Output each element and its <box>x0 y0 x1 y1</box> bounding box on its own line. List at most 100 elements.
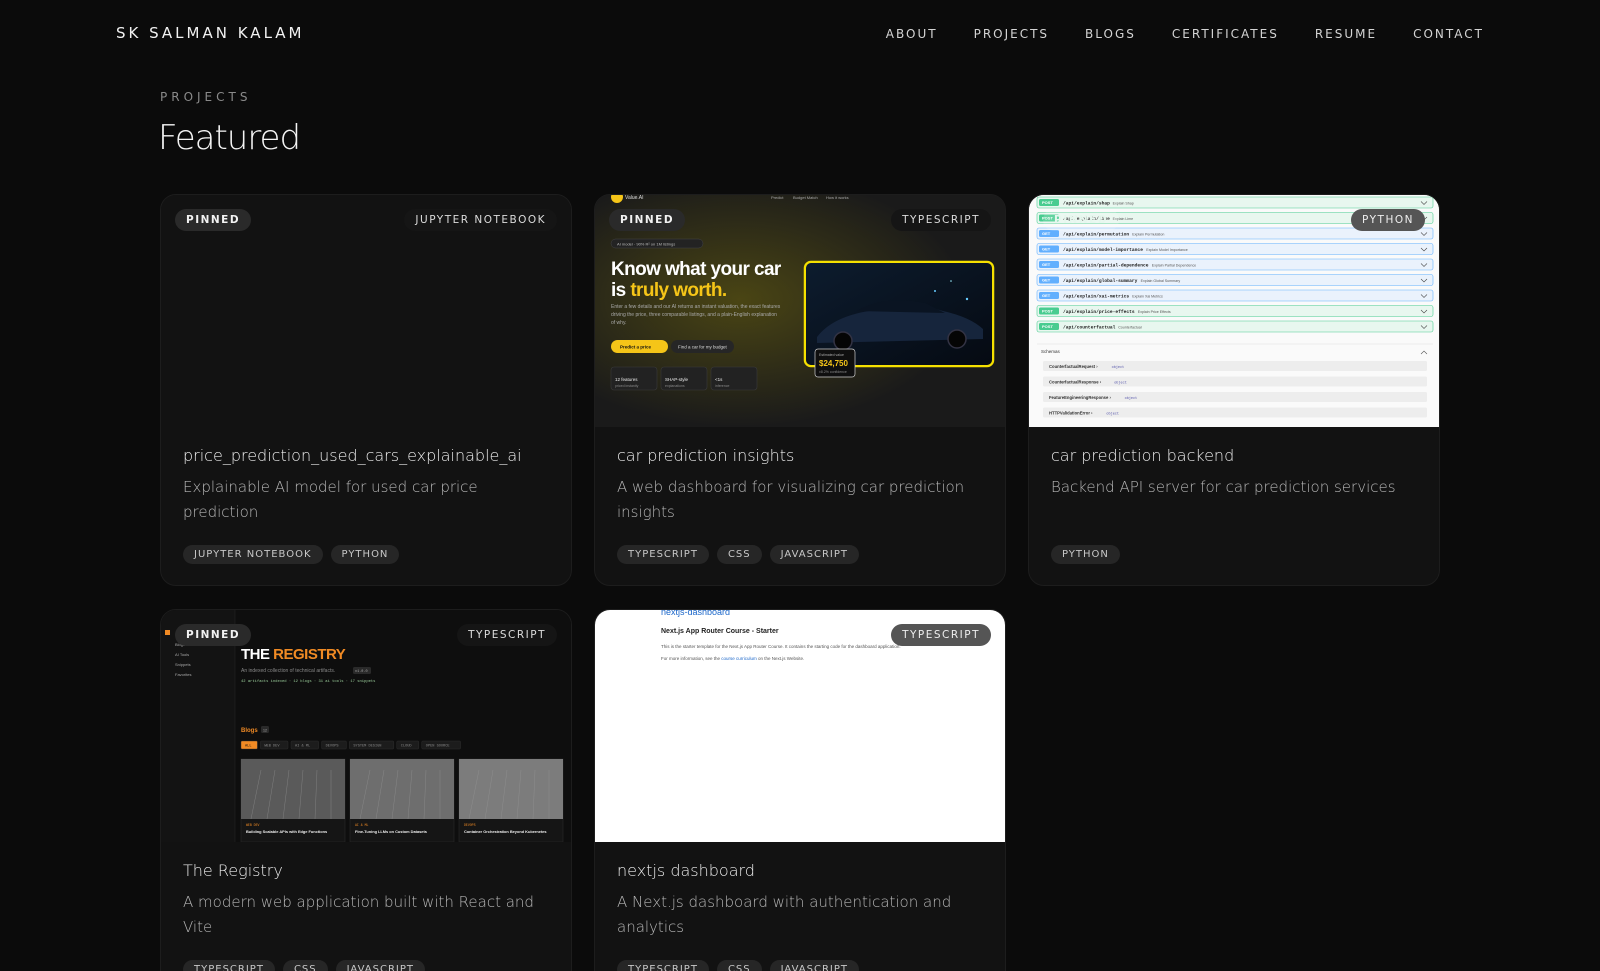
svg-text:explanations: explanations <box>665 384 685 388</box>
project-description: A modern web application built with Reac… <box>183 893 534 936</box>
svg-text:Snippets: Snippets <box>175 662 191 667</box>
filter-chip[interactable]: CLOUD <box>396 740 420 750</box>
svg-text:AI & ML: AI & ML <box>355 823 368 827</box>
project-name[interactable]: car prediction backend <box>1051 443 1417 469</box>
api-endpoint-row[interactable]: POST/api/explain/shap Explain Shap <box>1036 196 1434 209</box>
svg-text:AI & ML: AI & ML <box>295 745 310 749</box>
tag: CSS <box>716 545 762 564</box>
api-endpoint-row[interactable]: GET/api/explain/global-summary Explain Gl… <box>1036 274 1434 286</box>
section-eyebrow: PROJECTS <box>160 90 252 104</box>
api-endpoint-row[interactable]: POST/api/counterfactual Counterfactual <box>1036 320 1434 333</box>
filter-chip[interactable]: AI & ML <box>290 740 319 750</box>
svg-text:SHAP-style: SHAP-style <box>665 377 689 382</box>
project-card[interactable]: nextjs-dashboard Next.js App Router Cour… <box>594 609 1006 971</box>
schema-row[interactable]: FeatureEngineeringResponse › object <box>1043 392 1427 402</box>
svg-text:SYSTEM DESIGN: SYSTEM DESIGN <box>353 745 381 749</box>
tag: TYPESCRIPT <box>183 960 275 971</box>
pinned-badge: PINNED <box>175 624 252 646</box>
svg-text:Find a car for my budget: Find a car for my budget <box>678 345 728 350</box>
svg-text:GET: GET <box>1042 262 1051 267</box>
svg-text:GET: GET <box>1042 293 1051 298</box>
nav-certificates[interactable]: CERTIFICATES <box>1172 27 1279 41</box>
svg-text:/api/explain/permutation: /api/explain/permutation <box>1063 231 1129 237</box>
project-name[interactable]: car prediction insights <box>617 443 983 469</box>
schema-row[interactable]: CounterfactualRequest › object <box>1043 361 1427 371</box>
svg-text:CLOUD: CLOUD <box>401 745 412 749</box>
svg-text:/api/explain/global-summary: /api/explain/global-summary <box>1063 278 1138 284</box>
svg-text:inference: inference <box>715 384 729 388</box>
svg-text:ALL: ALL <box>245 745 251 749</box>
api-endpoint-row[interactable]: GET/api/explain/model-importance Explain … <box>1036 243 1434 255</box>
filter-chip[interactable]: ALL <box>240 740 258 750</box>
svg-text:FeatureEngineeringResponse ›: FeatureEngineeringResponse › <box>1049 395 1112 400</box>
nav-projects[interactable]: PROJECTS <box>974 27 1049 41</box>
project-card[interactable]: Blogs AI Tools Snippets Favorites THE RE… <box>160 609 572 971</box>
svg-text:POST: POST <box>1042 324 1053 329</box>
schema-row[interactable]: HTTPValidationError › object <box>1043 407 1427 418</box>
svg-text:WEB DEV: WEB DEV <box>264 745 280 749</box>
tag: TYPESCRIPT <box>617 960 709 971</box>
svg-text:Estimated value: Estimated value <box>819 353 844 357</box>
project-description: Explainable AI model for used car price … <box>183 478 478 521</box>
svg-text:v1.0.0: v1.0.0 <box>355 670 368 674</box>
nav-contact[interactable]: CONTACT <box>1413 27 1484 41</box>
svg-text:/api/explain/shap: /api/explain/shap <box>1063 200 1110 206</box>
filter-chip[interactable]: DEVOPS <box>321 740 347 750</box>
api-endpoint-row[interactable]: POST/api/explain/price-effects Explain Pr… <box>1036 305 1434 317</box>
language-badge: TYPESCRIPT <box>891 624 991 646</box>
registry-card[interactable]: WEB DEV Building Scalable APIs with Edge … <box>240 758 346 842</box>
schema-row[interactable]: CounterfactualResponse › object <box>1043 376 1427 387</box>
tag-list: PYTHON <box>1051 545 1120 564</box>
filter-chip[interactable]: SYSTEM DESIGN <box>349 740 394 750</box>
language-badge: PYTHON <box>1351 209 1425 231</box>
api-endpoint-row[interactable]: GET/api/explain/partial-dependence Explai… <box>1036 258 1434 271</box>
svg-text:CounterfactualRequest ›: CounterfactualRequest › <box>1049 364 1098 369</box>
svg-text:Predict a price: Predict a price <box>620 345 652 350</box>
registry-card[interactable]: AI & ML Fine-Tuning LLMs on Custom Datase… <box>349 758 455 842</box>
language-badge: TYPESCRIPT <box>457 624 557 646</box>
svg-text:POST: POST <box>1042 309 1053 314</box>
svg-text:object: object <box>1125 396 1138 401</box>
svg-text:12 features: 12 features <box>615 377 638 382</box>
svg-text:Explain Price Effects: Explain Price Effects <box>1138 310 1171 314</box>
svg-text:Building Scalable APIs with Ed: Building Scalable APIs with Edge Functio… <box>246 829 327 834</box>
tag-list: TYPESCRIPT CSS JAVASCRIPT <box>617 960 860 971</box>
nav-resume[interactable]: RESUME <box>1315 27 1377 41</box>
svg-text:GET: GET <box>1042 247 1051 252</box>
tag-list: TYPESCRIPT CSS JAVASCRIPT <box>183 960 426 971</box>
api-endpoint-row[interactable]: GET/api/explain/xai-metrics Explain Xai M… <box>1036 289 1434 302</box>
svg-text:Container Orchestration Beyond: Container Orchestration Beyond Kubernete… <box>464 829 547 834</box>
svg-text:Explain Global Summary: Explain Global Summary <box>1141 279 1181 283</box>
pinned-badge: PINNED <box>609 209 686 231</box>
svg-text:GET: GET <box>1042 278 1051 283</box>
readme-text: This is the starter template for the Nex… <box>661 644 901 649</box>
svg-text:Budget Match: Budget Match <box>793 195 818 200</box>
svg-text:priced instantly: priced instantly <box>615 384 639 388</box>
brand-logo[interactable]: SK SALMAN KALAM <box>116 24 304 42</box>
filter-chip[interactable]: OPEN SOURCE <box>421 740 461 750</box>
svg-text:object: object <box>1114 380 1127 385</box>
project-card[interactable]: Value.AI Predict Budget Match How it wor… <box>594 194 1006 586</box>
svg-text:/api/explain/xai-metrics: /api/explain/xai-metrics <box>1063 293 1129 299</box>
svg-text:Counterfactual: Counterfactual <box>1118 325 1142 329</box>
svg-text:How it works: How it works <box>826 195 849 200</box>
registry-card[interactable]: DEVOPS Container Orchestration Beyond Kub… <box>458 758 564 842</box>
filter-chip[interactable]: WEB DEV <box>260 740 289 750</box>
nav-about[interactable]: ABOUT <box>886 27 938 41</box>
nav-blogs[interactable]: BLOGS <box>1085 27 1136 41</box>
tag: JAVASCRIPT <box>335 960 426 971</box>
svg-text:42 artifacts indexed · 12 blog: 42 artifacts indexed · 12 blogs · 31 ai … <box>241 679 375 684</box>
svg-text:Predict: Predict <box>771 195 784 200</box>
tag: JUPYTER NOTEBOOK <box>183 545 323 564</box>
project-name[interactable]: price_prediction_used_cars_explainable_a… <box>183 443 549 469</box>
svg-text:THE REGISTRY: THE REGISTRY <box>241 646 346 663</box>
project-card[interactable]: POST/api/explain/shap Explain Shap POST/ap… <box>1028 194 1440 586</box>
repo-link[interactable]: nextjs-dashboard <box>661 610 730 617</box>
svg-text:/api/explain/partial-dependenc: /api/explain/partial-dependence <box>1063 262 1149 268</box>
project-card[interactable]: PINNED JUPYTER NOTEBOOK price_prediction… <box>160 194 572 586</box>
project-name[interactable]: nextjs dashboard <box>617 858 983 884</box>
svg-text:AI model · 90% R² on 1M listin: AI model · 90% R² on 1M listings <box>617 242 675 247</box>
project-name[interactable]: The Registry <box>183 858 549 884</box>
svg-text:POST: POST <box>1042 200 1053 205</box>
tag: JAVASCRIPT <box>769 545 860 564</box>
